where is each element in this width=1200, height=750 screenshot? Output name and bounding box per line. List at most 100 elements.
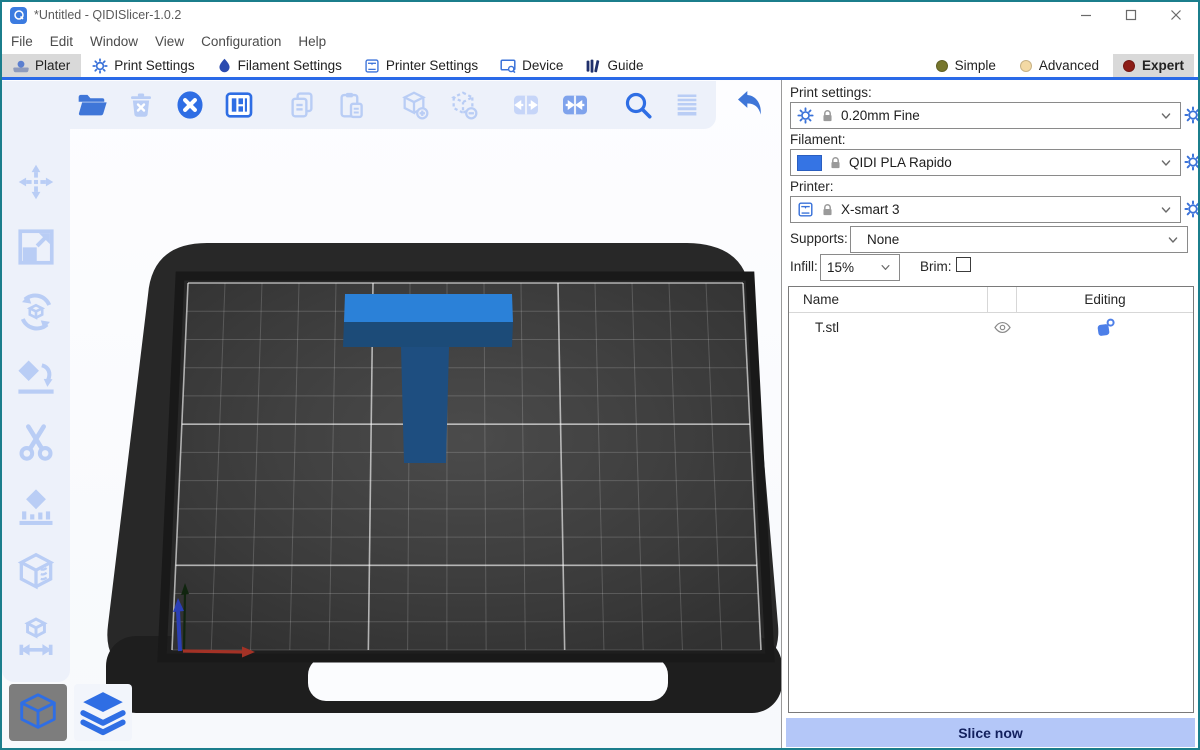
- preview-layers-icon[interactable]: [74, 684, 132, 741]
- menu-item-file[interactable]: File: [11, 34, 33, 49]
- filament-label: Filament:: [790, 132, 846, 148]
- chevron-down-icon: [1165, 232, 1181, 248]
- tab-print-settings[interactable]: Print Settings: [81, 54, 205, 77]
- menu-item-help[interactable]: Help: [298, 34, 326, 49]
- print-bed-scene: [2, 80, 781, 748]
- split-to-objects-icon[interactable]: [506, 86, 546, 124]
- advanced-dot-icon: [1020, 60, 1032, 72]
- printer-label: Printer:: [790, 179, 834, 195]
- printer-icon: [797, 201, 814, 218]
- tab-plater[interactable]: Plater: [2, 54, 81, 77]
- chevron-down-icon: [1158, 108, 1174, 124]
- column-visibility: [987, 287, 1017, 312]
- object-name: T.stl: [789, 320, 987, 335]
- chevron-down-icon: [878, 260, 893, 275]
- column-name: Name: [789, 292, 987, 307]
- close-icon[interactable]: [1153, 2, 1198, 28]
- tab-label: Plater: [35, 58, 70, 73]
- printer-value: X-smart 3: [841, 202, 1152, 217]
- seam-painting-icon[interactable]: [11, 548, 61, 596]
- measure-icon[interactable]: [11, 613, 61, 661]
- filament-icon: [217, 58, 232, 73]
- simple-dot-icon: [936, 60, 948, 72]
- brim-checkbox[interactable]: [956, 257, 971, 272]
- print-settings-label: Print settings:: [790, 85, 872, 101]
- tab-guide[interactable]: Guide: [574, 54, 654, 77]
- viewport-3d[interactable]: [2, 80, 781, 748]
- print-settings-select[interactable]: 0.20mm Fine: [790, 102, 1181, 129]
- app-logo-icon: [10, 7, 27, 24]
- chevron-down-icon: [1158, 155, 1174, 171]
- chevron-down-icon: [1158, 202, 1174, 218]
- supports-select[interactable]: None: [850, 226, 1188, 253]
- mode-label: Advanced: [1039, 58, 1099, 73]
- lock-icon: [820, 108, 835, 123]
- tab-label: Printer Settings: [386, 58, 478, 73]
- printer-gear-button[interactable]: [1184, 200, 1200, 218]
- print-settings-gear-button[interactable]: [1184, 106, 1200, 124]
- mode-label: Expert: [1142, 58, 1184, 73]
- tab-bar: Plater Print Settings Filament Settings …: [2, 54, 1198, 80]
- mode-advanced[interactable]: Advanced: [1010, 54, 1109, 77]
- minimize-icon[interactable]: [1063, 2, 1108, 28]
- printer-icon: [364, 58, 380, 74]
- mode-expert[interactable]: Expert: [1113, 54, 1194, 77]
- filament-select[interactable]: QIDI PLA Rapido: [790, 149, 1181, 176]
- move-icon[interactable]: [11, 158, 61, 206]
- guide-icon: [585, 58, 601, 74]
- column-editing: Editing: [1017, 292, 1193, 307]
- cut-icon[interactable]: [11, 418, 61, 466]
- tab-label: Print Settings: [114, 58, 194, 73]
- printer-select[interactable]: X-smart 3: [790, 196, 1181, 223]
- menu-item-window[interactable]: Window: [90, 34, 138, 49]
- gear-icon: [797, 107, 814, 124]
- slice-now-button[interactable]: Slice now: [786, 718, 1195, 747]
- add-instance-icon[interactable]: [394, 86, 434, 124]
- lock-icon: [820, 202, 835, 217]
- undo-icon[interactable]: [730, 86, 770, 124]
- main-area: Print settings: 0.20mm Fine Filament: QI…: [2, 80, 1198, 748]
- eye-icon[interactable]: [987, 318, 1017, 337]
- tab-label: Guide: [607, 58, 643, 73]
- infill-value: 15%: [827, 260, 872, 275]
- place-on-face-icon[interactable]: [11, 353, 61, 401]
- tab-filament-settings[interactable]: Filament Settings: [206, 54, 353, 77]
- copy-icon[interactable]: [282, 86, 322, 124]
- filament-color-swatch: [797, 155, 822, 171]
- lock-icon: [828, 155, 843, 170]
- editor-view-icon[interactable]: [9, 684, 67, 741]
- mode-switcher: Simple Advanced Expert: [926, 54, 1198, 77]
- menu-item-view[interactable]: View: [155, 34, 184, 49]
- left-toolbar: [11, 158, 61, 661]
- top-toolbar: [72, 86, 781, 124]
- view-switcher: [9, 684, 132, 741]
- scale-icon[interactable]: [11, 223, 61, 271]
- infill-select[interactable]: 15%: [820, 254, 900, 281]
- arrange-icon[interactable]: [219, 86, 259, 124]
- open-icon[interactable]: [72, 86, 112, 124]
- variable-layer-height-icon[interactable]: [667, 86, 707, 124]
- table-row[interactable]: T.stl: [789, 313, 1193, 341]
- app-window: *Untitled - QIDISlicer-1.0.2 File Edit W…: [0, 0, 1200, 750]
- gear-icon: [92, 58, 108, 74]
- edit-object-icon[interactable]: [1017, 317, 1193, 337]
- window-controls: [1063, 2, 1198, 28]
- tab-printer-settings[interactable]: Printer Settings: [353, 54, 489, 77]
- split-to-parts-icon[interactable]: [555, 86, 595, 124]
- search-icon[interactable]: [618, 86, 658, 124]
- paste-icon[interactable]: [331, 86, 371, 124]
- rotate-icon[interactable]: [11, 288, 61, 336]
- mode-simple[interactable]: Simple: [926, 54, 1006, 77]
- delete-icon[interactable]: [121, 86, 161, 124]
- maximize-icon[interactable]: [1108, 2, 1153, 28]
- delete-all-icon[interactable]: [170, 86, 210, 124]
- menu-item-configuration[interactable]: Configuration: [201, 34, 281, 49]
- menu-item-edit[interactable]: Edit: [50, 34, 73, 49]
- paint-supports-icon[interactable]: [11, 483, 61, 531]
- infill-label: Infill:: [790, 259, 818, 275]
- filament-value: QIDI PLA Rapido: [849, 155, 1152, 170]
- device-icon: [500, 58, 516, 74]
- remove-instance-icon[interactable]: [443, 86, 483, 124]
- filament-gear-button[interactable]: [1184, 153, 1200, 171]
- tab-device[interactable]: Device: [489, 54, 574, 77]
